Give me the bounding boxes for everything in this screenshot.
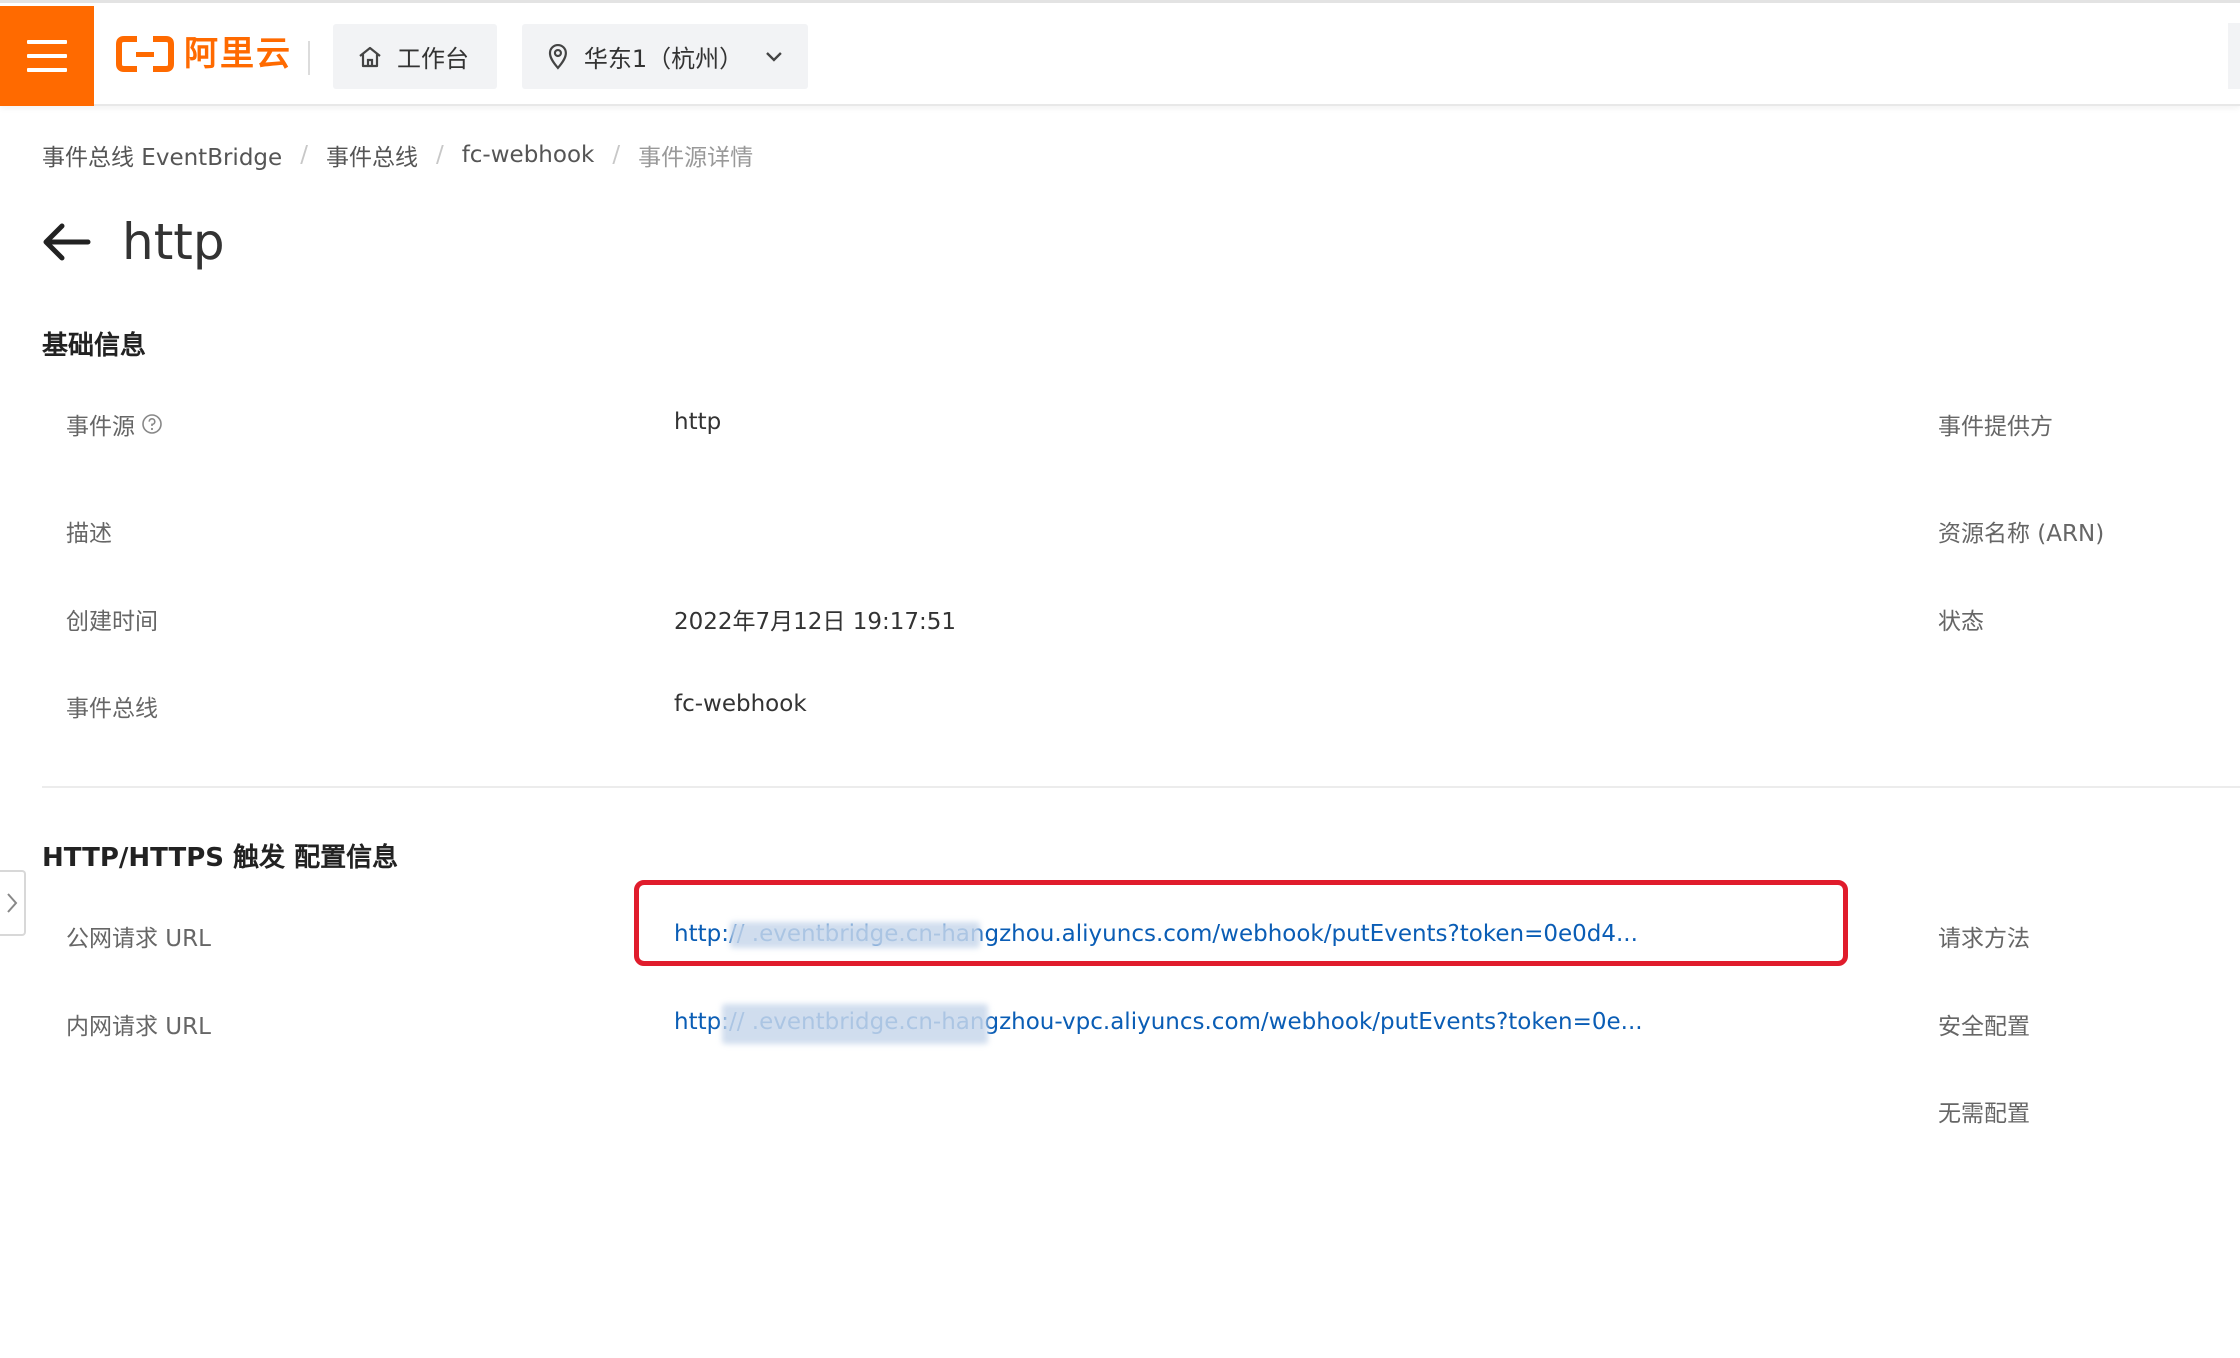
- breadcrumb-fc-webhook[interactable]: fc-webhook: [462, 142, 595, 168]
- topbar-divider: [308, 41, 310, 75]
- breadcrumb-event-bus[interactable]: 事件总线: [326, 138, 418, 172]
- workbench-button[interactable]: 工作台: [333, 24, 497, 89]
- breadcrumb-separator: /: [435, 142, 444, 168]
- highlight-annotation-box: [634, 880, 1848, 966]
- aliyun-logo[interactable]: 阿里云: [116, 35, 292, 73]
- region-label: 华东1（杭州）: [583, 45, 744, 73]
- redacted-region: [722, 1004, 988, 1044]
- breadcrumb-eventbridge[interactable]: 事件总线 EventBridge: [42, 138, 282, 172]
- breadcrumb-current: 事件源详情: [638, 145, 754, 171]
- section-divider: [42, 786, 2240, 788]
- breadcrumb-separator: /: [612, 142, 621, 168]
- public-url-label: 公网请求 URL: [66, 926, 211, 952]
- status-label: 状态: [1938, 609, 1984, 635]
- menu-icon: [27, 40, 67, 72]
- chevron-right-icon: [7, 893, 18, 913]
- http-config-title: HTTP/HTTPS 触发 配置信息: [42, 843, 399, 873]
- hamburger-menu-button[interactable]: [0, 6, 94, 106]
- help-icon[interactable]: [141, 413, 163, 435]
- logo-text: 阿里云: [184, 34, 292, 74]
- breadcrumb: 事件总线 EventBridge / 事件总线 / fc-webhook / 事…: [42, 138, 753, 172]
- page-header: http: [40, 212, 225, 272]
- breadcrumb-separator: /: [300, 142, 308, 168]
- internal-url-label: 内网请求 URL: [66, 1014, 211, 1040]
- description-label: 描述: [66, 521, 112, 547]
- created-time-value: 2022年7月12日 19:17:51: [674, 609, 957, 635]
- resource-arn-label: 资源名称 (ARN): [1938, 521, 2105, 547]
- topbar-right-button[interactable]: [2228, 23, 2240, 89]
- page-title: http: [122, 213, 225, 271]
- security-config-label: 安全配置: [1938, 1014, 2030, 1040]
- event-provider-label: 事件提供方: [1938, 414, 2053, 440]
- aliyun-logo-icon: [116, 36, 174, 72]
- event-bus-value: fc-webhook: [674, 691, 807, 717]
- location-pin-icon: [548, 43, 567, 70]
- security-config-value: 无需配置: [1938, 1101, 2030, 1127]
- home-icon: [359, 46, 381, 67]
- workbench-label: 工作台: [397, 45, 469, 73]
- chevron-down-icon: [766, 51, 782, 62]
- request-method-label: 请求方法: [1938, 926, 2030, 952]
- created-time-label: 创建时间: [66, 609, 158, 635]
- back-arrow-icon[interactable]: [40, 222, 92, 262]
- event-source-label-text: 事件源: [66, 414, 135, 440]
- top-navigation-bar: 阿里云 工作台 华东1（杭州）: [0, 0, 2240, 106]
- event-bus-label: 事件总线: [66, 696, 158, 722]
- event-source-label: 事件源: [66, 407, 163, 441]
- event-source-value: http: [674, 409, 722, 435]
- region-selector[interactable]: 华东1（杭州）: [522, 24, 808, 89]
- sidebar-expand-toggle[interactable]: [0, 870, 26, 936]
- basic-info-title: 基础信息: [42, 331, 147, 361]
